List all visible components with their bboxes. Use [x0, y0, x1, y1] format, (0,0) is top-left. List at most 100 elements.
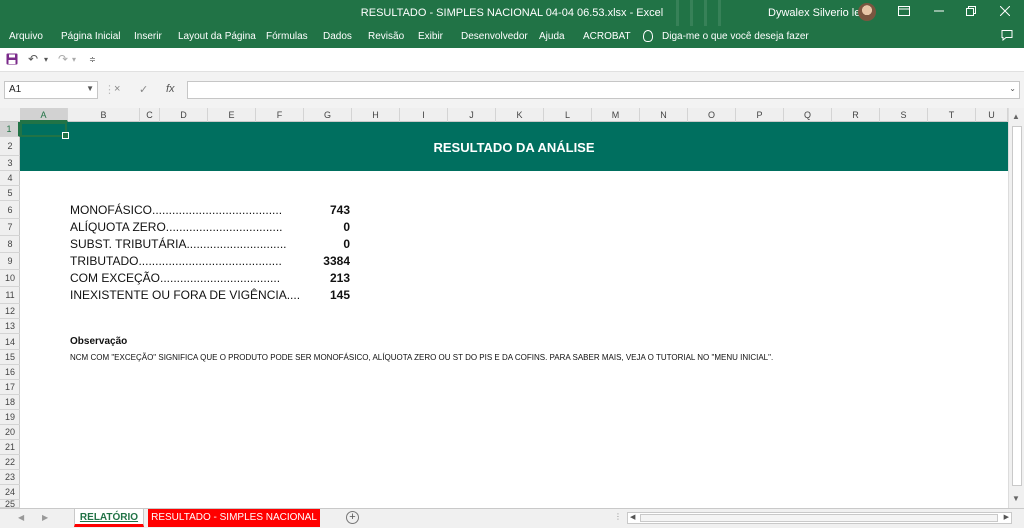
row-header[interactable]: 12: [0, 304, 20, 319]
restore-icon[interactable]: [956, 0, 986, 26]
scroll-down-icon[interactable]: ▼: [1012, 494, 1020, 503]
column-header[interactable]: R: [832, 108, 880, 122]
enter-icon[interactable]: ✓: [139, 83, 148, 96]
name-box[interactable]: A1 ▼: [4, 81, 98, 99]
row-header[interactable]: 1: [0, 122, 20, 137]
next-sheet-icon[interactable]: ▶: [42, 513, 48, 522]
row-header[interactable]: 25: [0, 500, 20, 508]
tab-ajuda[interactable]: Ajuda: [539, 31, 565, 42]
column-header[interactable]: Q: [784, 108, 832, 122]
row-header[interactable]: 22: [0, 455, 20, 470]
result-label: COM EXCEÇÃO.............................…: [70, 271, 281, 285]
row-header[interactable]: 8: [0, 236, 20, 253]
column-header[interactable]: H: [352, 108, 400, 122]
prev-sheet-icon[interactable]: ◀: [18, 513, 24, 522]
chevron-down-icon[interactable]: ▼: [86, 84, 94, 93]
row-header[interactable]: 20: [0, 425, 20, 440]
avatar[interactable]: [858, 3, 876, 21]
row-header[interactable]: 10: [0, 270, 20, 287]
column-header[interactable]: J: [448, 108, 496, 122]
row-header[interactable]: 15: [0, 350, 20, 365]
redo-icon[interactable]: ↷: [58, 52, 68, 66]
scroll-up-icon[interactable]: ▲: [1012, 112, 1020, 121]
tab-formulas[interactable]: Fórmulas: [266, 31, 308, 42]
horizontal-scrollbar[interactable]: ◀ ▶: [627, 512, 1012, 524]
scrollbar-thumb[interactable]: [640, 514, 998, 522]
column-header[interactable]: M: [592, 108, 640, 122]
scroll-right-icon[interactable]: ▶: [1004, 513, 1009, 521]
sheet-tab-relatorio[interactable]: RELATÓRIO: [74, 509, 144, 527]
tab-inserir[interactable]: Inserir: [134, 31, 162, 42]
lightbulb-icon[interactable]: [643, 30, 653, 42]
column-header[interactable]: P: [736, 108, 784, 122]
column-header[interactable]: G: [304, 108, 352, 122]
tab-dados[interactable]: Dados: [323, 31, 352, 42]
row-header[interactable]: 19: [0, 410, 20, 425]
column-header[interactable]: S: [880, 108, 928, 122]
scrollbar-thumb[interactable]: [1012, 126, 1022, 486]
column-header[interactable]: I: [400, 108, 448, 122]
expand-formula-icon[interactable]: ⌄: [1009, 84, 1016, 93]
close-icon[interactable]: [990, 0, 1020, 26]
row-header[interactable]: 2: [0, 137, 20, 156]
ribbon-display-options-icon[interactable]: [889, 0, 919, 26]
row-header[interactable]: 17: [0, 380, 20, 395]
tab-splitter-icon[interactable]: ⋮: [614, 512, 622, 521]
undo-icon[interactable]: ↶: [28, 52, 38, 66]
vertical-scrollbar[interactable]: ▲ ▼: [1008, 108, 1024, 508]
column-headers: A B C D E F G H I J K L M N O P Q R S T …: [0, 108, 1008, 122]
row-header[interactable]: 9: [0, 253, 20, 270]
quick-access-toolbar: ↶ ▾ ↷ ▾ ≑: [0, 48, 1024, 72]
tab-pagina-inicial[interactable]: Página Inicial: [61, 31, 120, 42]
customize-toolbar-icon[interactable]: ≑: [89, 55, 96, 64]
row-header[interactable]: 21: [0, 440, 20, 455]
tell-me-search[interactable]: Diga-me o que você deseja fazer: [662, 31, 809, 42]
row-header[interactable]: 23: [0, 470, 20, 485]
row-header[interactable]: 13: [0, 319, 20, 334]
column-header[interactable]: C: [140, 108, 160, 122]
tab-layout-da-pagina[interactable]: Layout da Página: [178, 31, 256, 42]
column-header[interactable]: L: [544, 108, 592, 122]
redo-dropdown-icon[interactable]: ▾: [72, 55, 76, 64]
column-header[interactable]: O: [688, 108, 736, 122]
row-header[interactable]: 18: [0, 395, 20, 410]
row-header[interactable]: 5: [0, 186, 20, 201]
row-header[interactable]: 4: [0, 171, 20, 186]
column-header[interactable]: D: [160, 108, 208, 122]
row-header[interactable]: 7: [0, 219, 20, 236]
insert-function-icon[interactable]: fx: [166, 83, 175, 95]
tab-acrobat[interactable]: ACROBAT: [583, 31, 631, 42]
add-sheet-button[interactable]: +: [346, 511, 359, 524]
column-header[interactable]: T: [928, 108, 976, 122]
row-header[interactable]: 16: [0, 365, 20, 380]
row-header[interactable]: 14: [0, 334, 20, 350]
row-header[interactable]: 6: [0, 201, 20, 219]
sheet-tab-resultado[interactable]: RESULTADO - SIMPLES NACIONAL: [148, 509, 320, 527]
formula-input[interactable]: ⌄: [187, 81, 1020, 99]
column-header[interactable]: K: [496, 108, 544, 122]
tab-desenvolvedor[interactable]: Desenvolvedor: [461, 31, 528, 42]
minimize-icon[interactable]: [924, 0, 954, 26]
worksheet-grid[interactable]: RESULTADO DA ANÁLISE MONOFÁSICO.........…: [20, 122, 1008, 508]
cancel-icon[interactable]: ×: [114, 83, 120, 95]
column-header[interactable]: U: [976, 108, 1008, 122]
result-value: 145: [329, 288, 350, 302]
undo-dropdown-icon[interactable]: ▾: [44, 55, 48, 64]
tab-arquivo[interactable]: Arquivo: [9, 31, 43, 42]
sheet-tab-bar: ◀ ▶ RELATÓRIO RESULTADO - SIMPLES NACION…: [0, 508, 1024, 528]
row-header[interactable]: 24: [0, 485, 20, 500]
comments-icon[interactable]: [1001, 29, 1013, 44]
column-header[interactable]: A: [20, 108, 68, 122]
column-header[interactable]: N: [640, 108, 688, 122]
result-value: 0: [343, 220, 350, 234]
selected-cell[interactable]: [20, 122, 69, 139]
row-header[interactable]: 11: [0, 287, 20, 304]
column-header[interactable]: F: [256, 108, 304, 122]
tab-revisao[interactable]: Revisão: [368, 31, 404, 42]
row-header[interactable]: 3: [0, 156, 20, 171]
column-header[interactable]: E: [208, 108, 256, 122]
column-header[interactable]: B: [68, 108, 140, 122]
save-icon[interactable]: [6, 53, 18, 68]
tab-exibir[interactable]: Exibir: [418, 31, 443, 42]
scroll-left-icon[interactable]: ◀: [630, 513, 635, 521]
